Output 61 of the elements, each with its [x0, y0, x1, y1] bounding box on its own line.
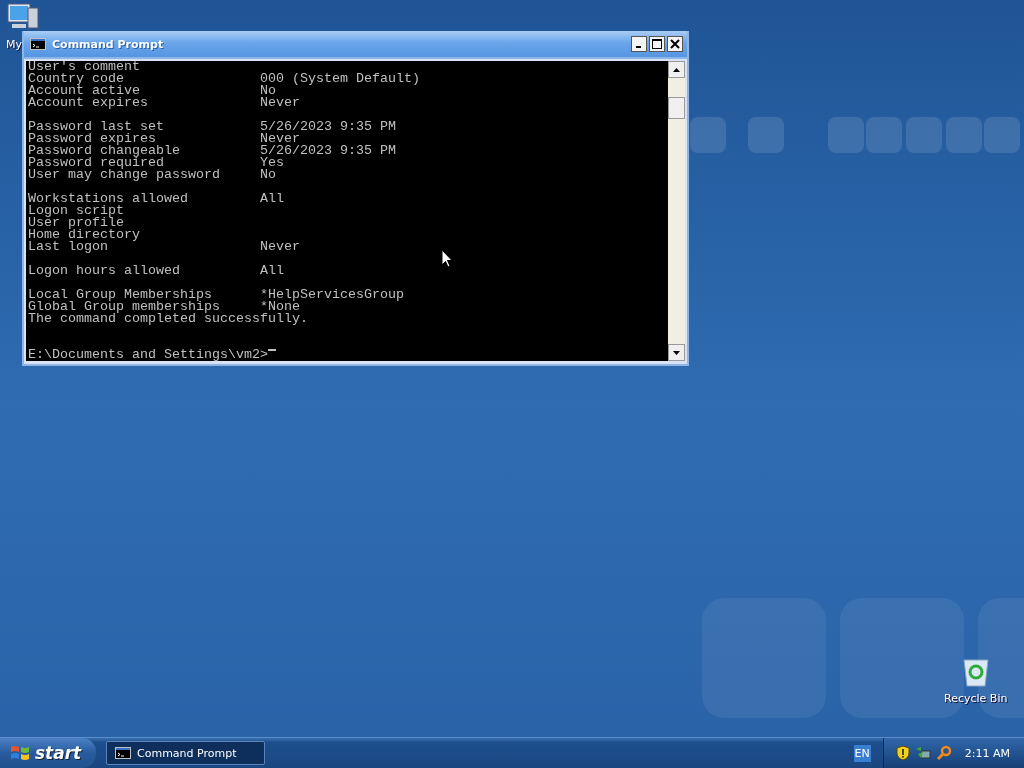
icon-label: Recycle Bin [944, 692, 1008, 705]
up-arrow-icon [673, 67, 680, 72]
minimize-button[interactable] [631, 36, 647, 52]
field-value: Never [259, 97, 300, 109]
scroll-down-button[interactable] [668, 344, 685, 361]
field-label: Password last set [28, 121, 165, 133]
maximize-icon [652, 39, 662, 49]
console-icon [30, 38, 46, 50]
field-label: Last logon [28, 241, 108, 253]
console-line: User's comment [28, 61, 140, 73]
field-value: No [259, 169, 276, 181]
field-value: All [259, 193, 284, 205]
scrollbar[interactable] [668, 61, 685, 361]
language-indicator[interactable]: EN [853, 744, 871, 762]
taskbar-button[interactable]: Command Prompt [106, 741, 265, 765]
field-label: Workstations allowed [28, 193, 189, 205]
console-line: The command completed successfully. [28, 313, 308, 325]
console-line: Home directory [28, 229, 140, 241]
shield-icon[interactable] [895, 745, 910, 761]
field-value: *HelpServicesGroup [259, 289, 404, 301]
field-label: Password expires [28, 133, 156, 145]
window-title: Command Prompt [52, 37, 165, 51]
field-value: 5/26/2023 9:35 PM [259, 145, 396, 157]
maximize-button[interactable] [649, 36, 665, 52]
field-label: User may change password [28, 169, 221, 181]
scroll-thumb[interactable] [668, 97, 685, 119]
field-label: Password required [28, 157, 164, 169]
field-value: Never [259, 241, 300, 253]
computer-icon [6, 2, 40, 32]
down-arrow-icon [673, 350, 680, 355]
field-value: 5/26/2023 9:35 PM [259, 121, 396, 133]
field-label: Account active [28, 85, 140, 97]
console-line: Logon script [28, 205, 124, 217]
desktop-icon[interactable]: Recycle Bin [944, 656, 1008, 705]
field-label: Country code [28, 73, 124, 85]
mouse-pointer-icon [441, 249, 453, 268]
windows-flag-icon [10, 744, 30, 762]
close-icon [670, 39, 680, 49]
magnifier-icon[interactable] [935, 745, 952, 761]
field-label: Local Group Memberships [28, 289, 212, 301]
field-value: Never [259, 133, 300, 145]
close-button[interactable] [667, 36, 683, 52]
field-label: Global Group memberships [28, 301, 220, 313]
console-line: User profile [28, 217, 124, 229]
network-icon[interactable] [914, 745, 931, 761]
field-label: Password changeable [28, 145, 181, 157]
scroll-up-button[interactable] [668, 61, 685, 78]
field-label: Account expires [28, 97, 149, 109]
console-icon [115, 747, 131, 759]
command-prompt: E:\Documents and Settings\vm2> [28, 349, 268, 361]
field-value: All [259, 265, 284, 277]
field-label: Logon hours allowed [28, 265, 181, 277]
field-value: *None [259, 301, 300, 313]
text-cursor [267, 349, 276, 351]
desktop-icon[interactable]: My [6, 2, 40, 51]
field-value: Yes [259, 157, 284, 169]
clock: 2:11 AM [964, 746, 1010, 760]
icon-label: My [6, 38, 22, 51]
field-value: 000 (System Default) [259, 73, 420, 85]
field-value: No [259, 85, 276, 97]
start-button[interactable]: start [0, 738, 96, 768]
